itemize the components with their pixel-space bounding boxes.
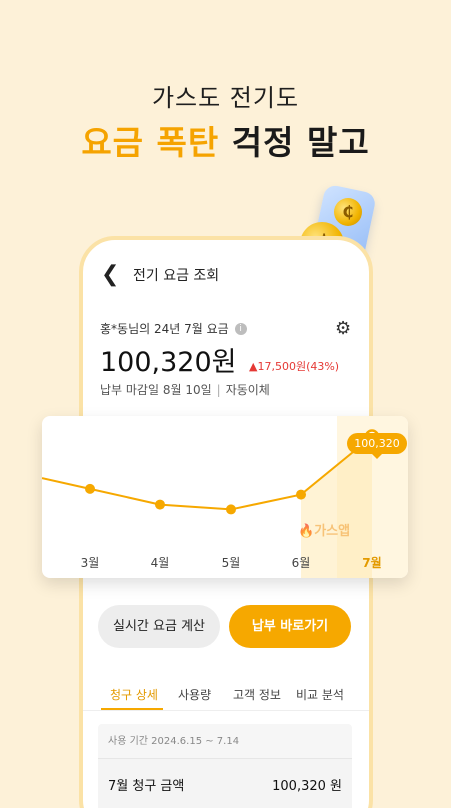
headline-accent: 요금 폭탄 bbox=[81, 123, 220, 162]
back-icon[interactable]: ❮ bbox=[101, 262, 125, 287]
x-tick-label: 6월 bbox=[291, 556, 311, 570]
data-point[interactable] bbox=[155, 499, 165, 510]
tab-divider bbox=[83, 710, 369, 711]
total-label: 7월 청구 금액 bbox=[108, 779, 185, 794]
headline-line2: 요금 폭탄 걱정 말고 bbox=[0, 116, 451, 164]
tab-bill-detail[interactable]: 청구 상세 bbox=[110, 686, 158, 703]
headline-dark: 걱정 말고 bbox=[231, 123, 370, 162]
due-date: 납부 마감일 8월 10일 bbox=[100, 383, 212, 397]
amount-change: ▲17,500원(43%) bbox=[249, 360, 340, 373]
total-amount-row: 7월 청구 금액 100,320 원 bbox=[98, 758, 352, 808]
app-title: 전기 요금 조회 bbox=[133, 267, 220, 284]
active-tab-indicator bbox=[101, 708, 163, 710]
info-icon[interactable]: i bbox=[234, 322, 247, 335]
data-point[interactable] bbox=[226, 504, 236, 515]
app-topbar: ❮ 전기 요금 조회 bbox=[101, 262, 219, 287]
separator: | bbox=[216, 383, 221, 397]
due-info: 납부 마감일 8월 10일 | 자동이체 bbox=[100, 381, 270, 398]
x-tick-label: 3월 bbox=[80, 556, 100, 570]
usage-chart-card: 100,320 🔥가스앱 3월 4월 5월 6월 7월 bbox=[42, 416, 408, 578]
gasapp-watermark: 🔥가스앱 bbox=[298, 524, 351, 539]
tab-customer-info[interactable]: 고객 정보 bbox=[233, 686, 281, 703]
pay-now-button[interactable]: 납부 바로가기 bbox=[229, 605, 351, 648]
gear-icon[interactable]: ⚙ bbox=[335, 318, 351, 339]
usage-period: 사용 기간 2024.6.15 ~ 7.14 bbox=[108, 736, 240, 747]
data-point[interactable] bbox=[296, 489, 306, 500]
x-tick-label: 7월 bbox=[362, 556, 382, 570]
usage-period-box: 사용 기간 2024.6.15 ~ 7.14 bbox=[98, 724, 352, 758]
headline-line1: 가스도 전기도 bbox=[151, 84, 300, 112]
realtime-calc-button[interactable]: 실시간 요금 계산 bbox=[98, 605, 220, 648]
coin-icon: ₵ bbox=[334, 198, 362, 226]
x-tick-label: 5월 bbox=[221, 556, 241, 570]
total-value: 100,320 원 bbox=[272, 779, 342, 794]
payment-method: 자동이체 bbox=[225, 383, 270, 397]
bill-header: 홍*동님의 24년 7월 요금 i bbox=[100, 320, 247, 337]
highlight-value-bubble: 100,320 bbox=[347, 433, 407, 459]
tab-usage[interactable]: 사용량 bbox=[178, 686, 211, 703]
data-point[interactable] bbox=[85, 483, 95, 494]
x-tick-label: 4월 bbox=[150, 556, 170, 570]
tab-comparison[interactable]: 비교 분석 bbox=[296, 686, 344, 703]
bill-header-text: 홍*동님의 24년 7월 요금 bbox=[100, 322, 229, 336]
watermark-text: 가스앱 bbox=[314, 524, 351, 539]
bill-amount: 100,320원 bbox=[100, 347, 237, 378]
